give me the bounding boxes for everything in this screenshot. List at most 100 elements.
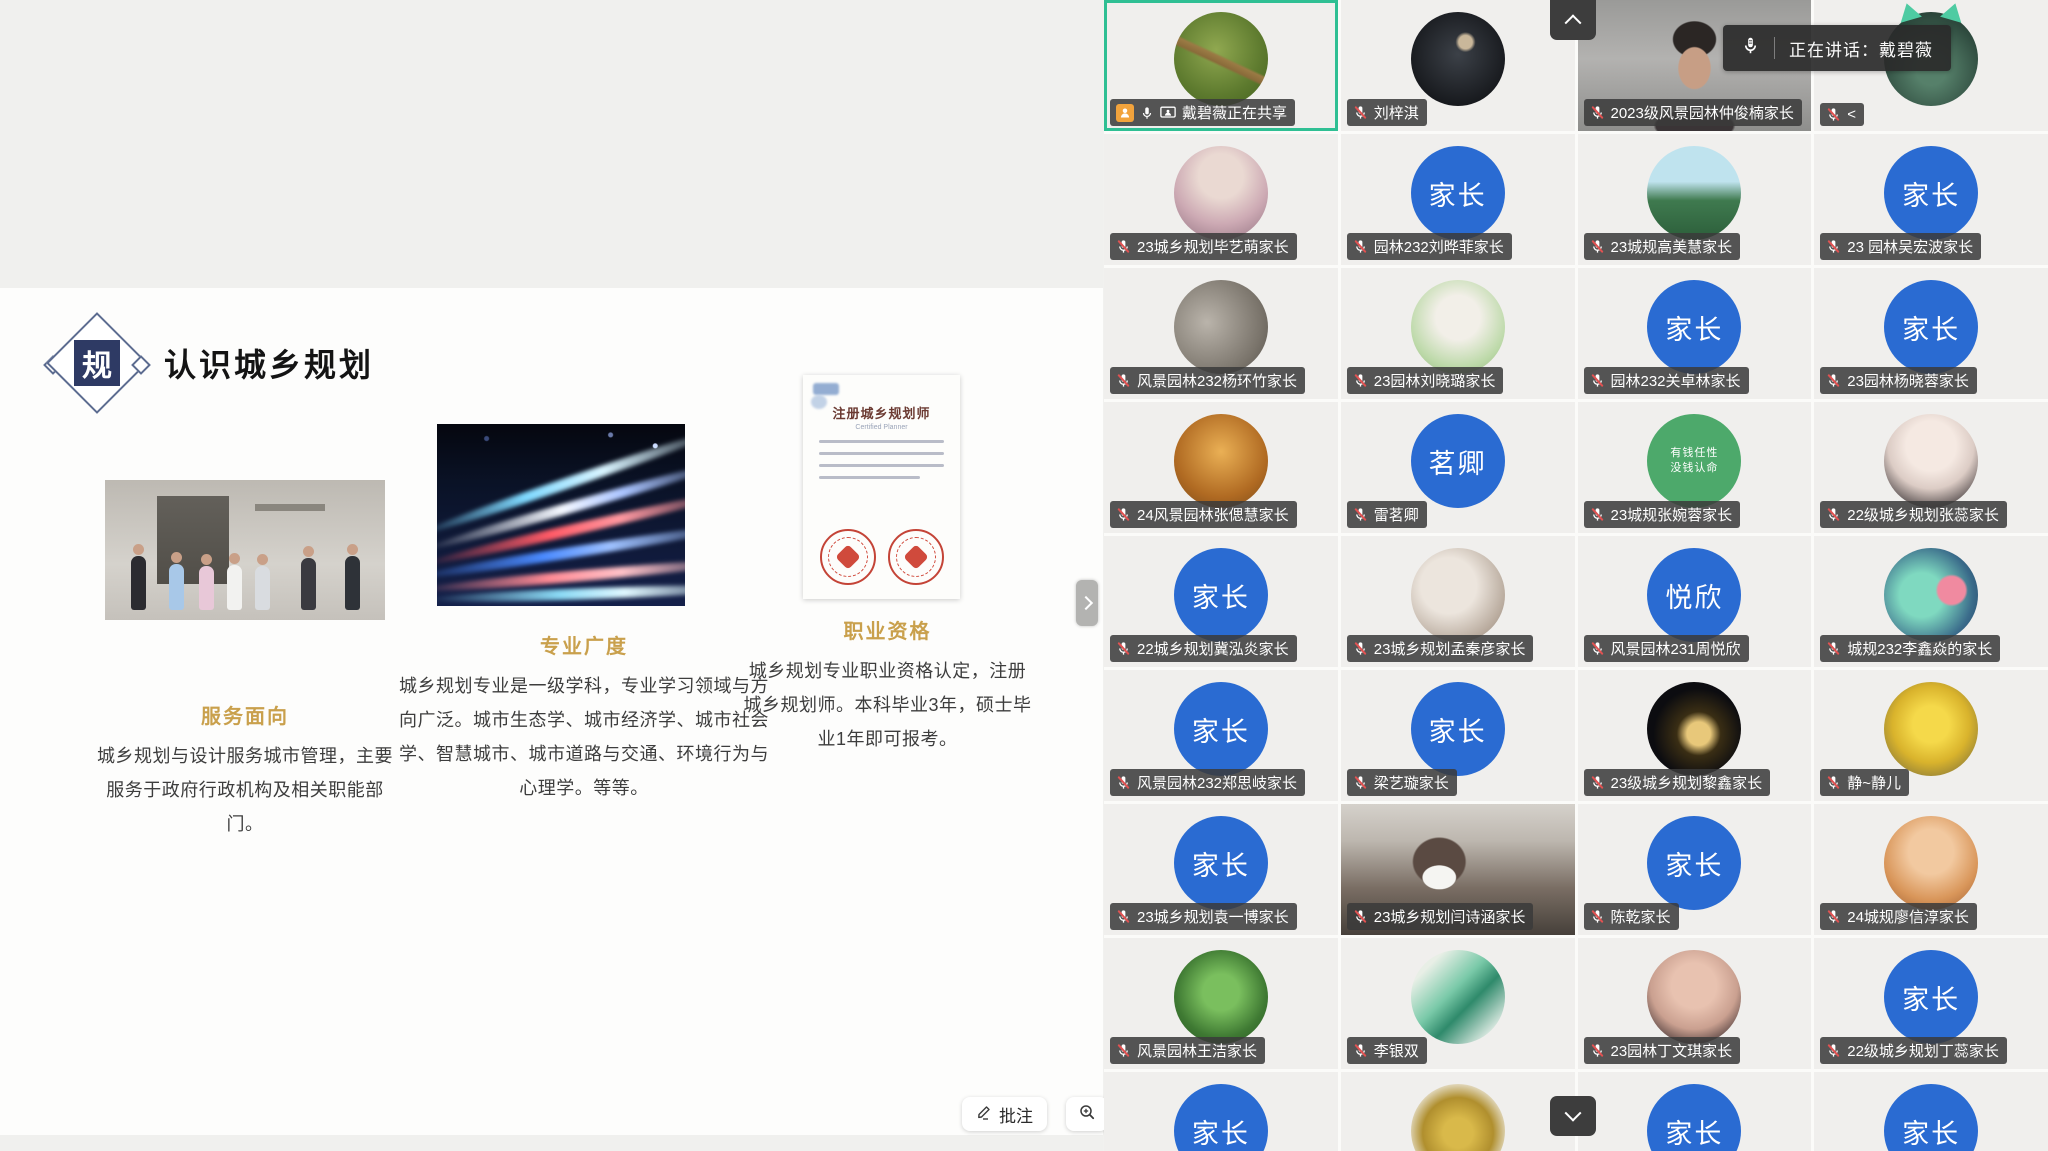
participant-name-label: 静~静儿 <box>1820 769 1909 796</box>
participant-name-label: 23城规张婉蓉家长 <box>1584 501 1741 528</box>
participant-name-label: 23 园林吴宏波家长 <box>1820 233 1981 260</box>
mic-muted-icon <box>1826 1043 1841 1058</box>
mic-muted-icon <box>1590 105 1605 120</box>
participant-tile[interactable]: 家长风景园林232郑思岐家长 <box>1104 670 1338 801</box>
zoom-in-button[interactable] <box>1066 1097 1108 1131</box>
participant-tile[interactable] <box>1341 1072 1575 1151</box>
participant-name-text: 23级城乡规划黎鑫家长 <box>1611 772 1763 793</box>
section-body: 城乡规划专业职业资格认定，注册城乡规划师。本科毕业3年，硕士毕业1年即可报考。 <box>740 654 1035 756</box>
participant-tile[interactable]: 有钱任性 没钱认命23城规张婉蓉家长 <box>1578 402 1812 533</box>
participant-tile[interactable]: 家长 <box>1578 1072 1812 1151</box>
annotate-button[interactable]: 批注 <box>962 1097 1047 1131</box>
mic-muted-icon <box>1826 107 1841 122</box>
participant-name-label: 刘梓淇 <box>1347 99 1427 126</box>
participant-tile[interactable]: 24风景园林张偲慧家长 <box>1104 402 1338 533</box>
speaking-toast: 正在讲话：戴碧薇 <box>1723 25 1951 71</box>
participant-name-label: 23城乡规划毕艺萌家长 <box>1110 233 1297 260</box>
participant-tile[interactable]: 悦欣风景园林231周悦欣 <box>1578 536 1812 667</box>
participant-tile[interactable]: 家长23城乡规划袁一博家长 <box>1104 804 1338 935</box>
participant-avatar: 家长 <box>1647 816 1741 910</box>
participant-tile[interactable]: 23园林刘晓璐家长 <box>1341 268 1575 399</box>
participant-tile[interactable]: 静~静儿 <box>1814 670 2048 801</box>
red-seal-icon <box>820 529 876 585</box>
speaking-text: 正在讲话：戴碧薇 <box>1789 36 1933 61</box>
slide-title: 认识城乡规划 <box>164 340 374 386</box>
participant-tile[interactable]: 24城规廖信淳家长 <box>1814 804 2048 935</box>
participant-tile[interactable]: 22级城乡规划张蕊家长 <box>1814 402 2048 533</box>
chevron-down-icon <box>1565 1105 1582 1122</box>
participant-name-label: 23城乡规划袁一博家长 <box>1110 903 1297 930</box>
participant-tile[interactable]: 李银双 <box>1341 938 1575 1069</box>
participant-tile[interactable]: 家长 <box>1104 1072 1338 1151</box>
participant-tile[interactable]: 戴碧薇正在共享 <box>1104 0 1338 131</box>
participant-tile[interactable]: 23城乡规划闫诗涵家长 <box>1341 804 1575 935</box>
mic-muted-icon <box>1590 775 1605 790</box>
participant-name-label: 22城乡规划冀泓炎家长 <box>1110 635 1297 662</box>
participant-tile[interactable]: 23城乡规划孟秦彦家长 <box>1341 536 1575 667</box>
participant-name-text: < <box>1847 106 1856 123</box>
participant-tile[interactable]: 家长梁艺璇家长 <box>1341 670 1575 801</box>
participant-name-text: 静~静儿 <box>1847 772 1901 793</box>
participant-avatar: 家长 <box>1174 1084 1268 1151</box>
participant-name-label: 李银双 <box>1347 1037 1427 1064</box>
participant-name-text: 22级城乡规划丁蕊家长 <box>1847 1040 1999 1061</box>
participant-tile[interactable]: 家长22城乡规划冀泓炎家长 <box>1104 536 1338 667</box>
participant-name-label: 24风景园林张偲慧家长 <box>1110 501 1297 528</box>
person-silhouette <box>169 564 184 610</box>
participant-avatar <box>1174 280 1268 374</box>
participant-tile[interactable]: 家长园林232关卓林家长 <box>1578 268 1812 399</box>
mic-muted-icon <box>1116 775 1131 790</box>
person-silhouette <box>227 565 242 610</box>
pencil-icon <box>976 1104 992 1125</box>
participant-name-text: 24风景园林张偲慧家长 <box>1137 504 1289 525</box>
participant-avatar: 家长 <box>1411 682 1505 776</box>
scroll-up-button[interactable] <box>1550 0 1596 40</box>
logo-seal-character: 规 <box>74 340 120 386</box>
participant-tile[interactable]: 家长23园林杨晓蓉家长 <box>1814 268 2048 399</box>
share-area: 规 认识城乡规划 <box>0 0 1103 1151</box>
participant-name-label: 23城乡规划闫诗涵家长 <box>1347 903 1534 930</box>
participant-avatar: 家长 <box>1884 1084 1978 1151</box>
official-seals <box>803 529 960 585</box>
participant-name-text: 2023级风景园林仲俊楠家长 <box>1611 102 1794 123</box>
participant-avatar: 家长 <box>1174 682 1268 776</box>
person-silhouette <box>301 558 316 610</box>
section-heading: 职业资格 <box>740 615 1035 644</box>
participant-tile[interactable]: 茗卿雷茗卿 <box>1341 402 1575 533</box>
participant-tile[interactable]: 23园林丁文琪家长 <box>1578 938 1812 1069</box>
participant-avatar <box>1884 816 1978 910</box>
participant-tile[interactable]: 23城乡规划毕艺萌家长 <box>1104 134 1338 265</box>
participant-tile[interactable]: 风景园林232杨环竹家长 <box>1104 268 1338 399</box>
participant-avatar <box>1647 146 1741 240</box>
participant-name-text: 22级城乡规划张蕊家长 <box>1847 504 1999 525</box>
participant-tile[interactable]: 家长23 园林吴宏波家长 <box>1814 134 2048 265</box>
participant-avatar <box>1174 414 1268 508</box>
participant-tile[interactable]: 23级城乡规划黎鑫家长 <box>1578 670 1812 801</box>
participant-name-label: 风景园林232杨环竹家长 <box>1110 367 1305 394</box>
person-silhouette <box>131 556 146 610</box>
participant-name-text: 李银双 <box>1374 1040 1419 1061</box>
mic-muted-icon <box>1590 909 1605 924</box>
participant-tile[interactable]: 23城规高美慧家长 <box>1578 134 1812 265</box>
participant-tile[interactable]: 家长22级城乡规划丁蕊家长 <box>1814 938 2048 1069</box>
participant-tile[interactable]: 风景园林王洁家长 <box>1104 938 1338 1069</box>
shared-slide: 规 认识城乡规划 <box>0 288 1103 1135</box>
participant-tile[interactable]: 家长园林232刘晔菲家长 <box>1341 134 1575 265</box>
section-body: 城乡规划与设计服务城市管理，主要服务于政府行政机构及相关职能部门。 <box>95 739 395 841</box>
participant-name-label: 22级城乡规划张蕊家长 <box>1820 501 2007 528</box>
person-silhouette <box>345 556 360 610</box>
screen-share-icon <box>1160 106 1176 120</box>
collapse-panel-handle[interactable] <box>1076 580 1098 626</box>
participant-avatar: 家长 <box>1174 816 1268 910</box>
participant-avatar: 悦欣 <box>1647 548 1741 642</box>
scroll-down-button[interactable] <box>1550 1096 1596 1136</box>
participant-tile[interactable]: 城规232李鑫焱的家长 <box>1814 536 2048 667</box>
participant-name-label: 23城规高美慧家长 <box>1584 233 1741 260</box>
mic-muted-icon <box>1590 239 1605 254</box>
participant-tile[interactable]: 刘梓淇 <box>1341 0 1575 131</box>
participant-tile[interactable]: 家长 <box>1814 1072 2048 1151</box>
participant-name-label: 戴碧薇正在共享 <box>1110 99 1295 126</box>
participant-tile[interactable]: 家长陈乾家长 <box>1578 804 1812 935</box>
mic-muted-icon <box>1116 239 1131 254</box>
participant-avatar <box>1411 1084 1505 1151</box>
